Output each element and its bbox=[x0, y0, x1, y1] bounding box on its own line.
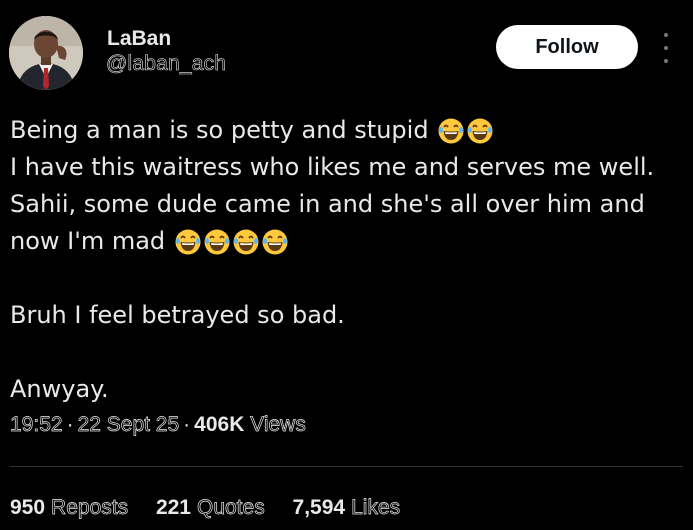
avatar-image bbox=[9, 16, 83, 90]
tweet-line: I have this waitress who likes me and se… bbox=[10, 149, 680, 186]
quotes-label: Quotes bbox=[196, 496, 265, 520]
post-time[interactable]: 19:52 bbox=[10, 413, 63, 437]
tweet-line-text: now I'm mad bbox=[10, 227, 166, 255]
user-handle[interactable]: @laban_ach bbox=[106, 52, 227, 76]
tweet-line: Sahii, some dude came in and she's all o… bbox=[10, 186, 680, 223]
tweet-meta: 19:52 · 22 Sept 25 · 406K Views bbox=[10, 413, 307, 437]
divider bbox=[10, 466, 683, 467]
tweet-line: Anwyay. bbox=[10, 371, 680, 408]
laughing-emoji-icon bbox=[261, 228, 289, 256]
post-date[interactable]: 22 Sept 25 bbox=[77, 413, 179, 437]
quotes-count: 221 bbox=[155, 496, 191, 519]
laughing-emoji-icon bbox=[437, 117, 465, 145]
more-dot bbox=[664, 46, 668, 50]
follow-button[interactable]: Follow bbox=[496, 25, 638, 69]
tweet-line: Bruh I feel betrayed so bad. bbox=[10, 297, 680, 334]
tweet-line: Being a man is so petty and stupid bbox=[10, 112, 680, 149]
laughing-emoji-icon bbox=[174, 228, 202, 256]
reposts-stat[interactable]: 950 Reposts bbox=[10, 496, 128, 520]
views-label: Views bbox=[250, 413, 306, 437]
display-name[interactable]: LaBan bbox=[107, 27, 171, 51]
tweet-line-text: Bruh I feel betrayed so bad. bbox=[10, 301, 345, 329]
likes-count: 7,594 bbox=[292, 496, 346, 519]
tweet-line-text: I have this waitress who likes me and se… bbox=[10, 153, 655, 181]
tweet-text: Being a man is so petty and stupid I hav… bbox=[10, 112, 680, 408]
laughing-emoji-icon bbox=[232, 228, 260, 256]
more-icon[interactable] bbox=[659, 33, 673, 63]
engagement-stats: 950 Reposts 221 Quotes 7,594 Likes bbox=[10, 496, 422, 520]
laughing-emoji-icon bbox=[466, 117, 494, 145]
more-dot bbox=[664, 59, 668, 63]
tweet-card: LaBan @laban_ach Follow Being a man is s… bbox=[0, 0, 693, 530]
reposts-label: Reposts bbox=[51, 496, 129, 520]
more-dot bbox=[664, 33, 668, 37]
quotes-stat[interactable]: 221 Quotes bbox=[156, 496, 265, 520]
tweet-line-text: Anwyay. bbox=[10, 375, 109, 403]
views-count: 406K bbox=[194, 413, 245, 436]
likes-stat[interactable]: 7,594 Likes bbox=[293, 496, 401, 520]
meta-separator: · bbox=[66, 413, 74, 436]
avatar[interactable] bbox=[9, 16, 83, 90]
likes-label: Likes bbox=[351, 496, 401, 520]
tweet-line-text: Sahii, some dude came in and she's all o… bbox=[10, 190, 645, 218]
tweet-line-text: Being a man is so petty and stupid bbox=[10, 116, 429, 144]
laughing-emoji-icon bbox=[203, 228, 231, 256]
tweet-line: now I'm mad bbox=[10, 223, 680, 260]
meta-separator: · bbox=[183, 413, 191, 436]
reposts-count: 950 bbox=[10, 496, 46, 519]
